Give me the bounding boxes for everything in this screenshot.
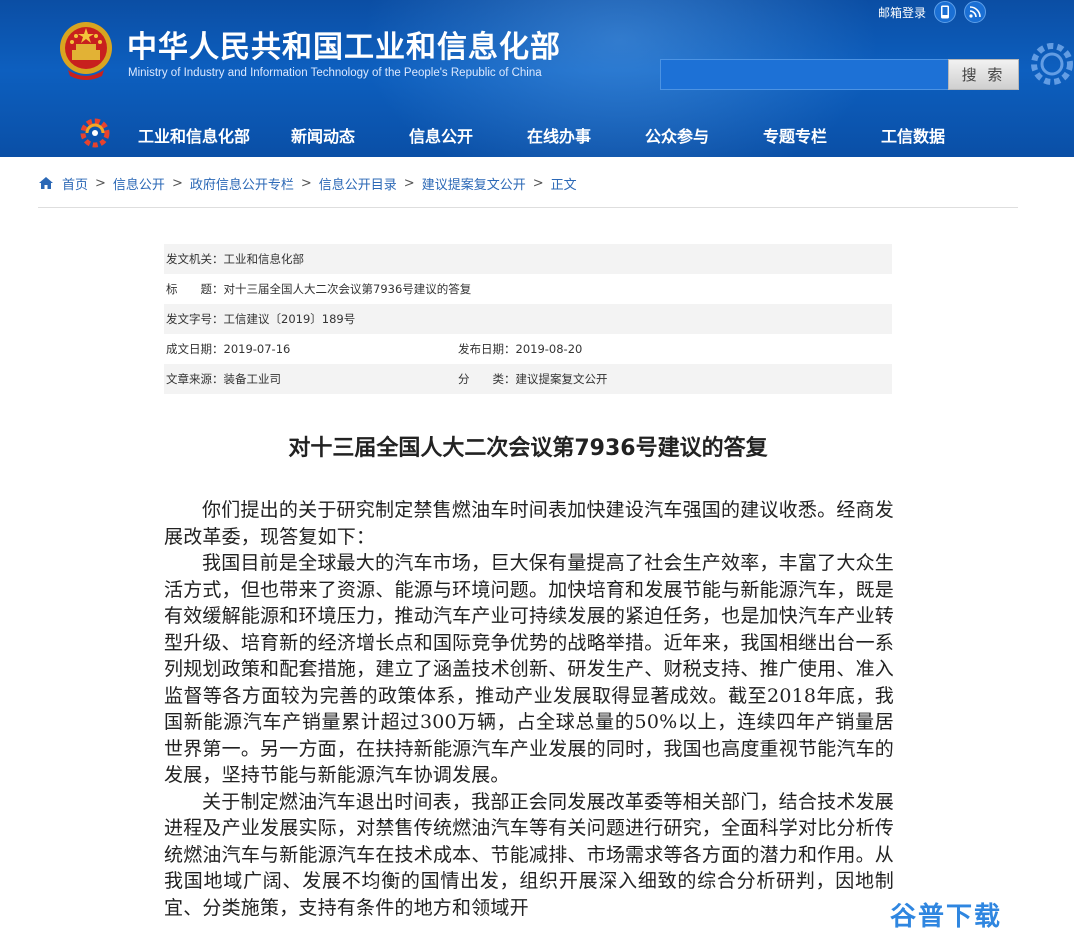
meta-title: 标 题：对十三届全国人大二次会议第7936号建议的答复 [166, 282, 472, 296]
meta-category: 分 类：建议提案复文公开 [458, 372, 608, 386]
breadcrumb-divider [38, 207, 1018, 208]
mail-login-link[interactable]: 邮箱登录 [878, 4, 926, 21]
breadcrumb-info-disclosure[interactable]: 信息公开 [113, 174, 165, 193]
article-body: 你们提出的关于研究制定禁售燃油车时间表加快建设汽车强国的建议收悉。经商发展改革委… [164, 497, 894, 921]
meta-issuer: 发文机关：工业和信息化部 [166, 252, 304, 266]
nav-item-special-topics[interactable]: 专题专栏 [736, 117, 854, 157]
nav-item-ministry[interactable]: 工业和信息化部 [118, 117, 264, 157]
breadcrumb-separator: > [300, 175, 312, 191]
breadcrumb-home[interactable]: 首页 [62, 174, 88, 193]
national-emblem-icon[interactable] [58, 20, 114, 82]
meta-row-issuer: 发文机关：工业和信息化部 [164, 244, 892, 274]
meta-row-doc-number: 发文字号：工信建议〔2019〕189号 [164, 304, 892, 334]
site-header: 中华人民共和国工业和信息化部 Ministry of Industry and … [0, 0, 1074, 157]
article-title: 对十三届全国人大二次会议第7936号建议的答复 [288, 436, 768, 461]
nav-item-info-disclosure[interactable]: 信息公开 [382, 117, 500, 157]
article-paragraph: 你们提出的关于研究制定禁售燃油车时间表加快建设汽车强国的建议收悉。经商发展改革委… [164, 499, 894, 548]
breadcrumb-separator: > [95, 175, 106, 191]
breadcrumb-separator: > [403, 175, 415, 191]
document-meta-table: 发文机关：工业和信息化部 标 题：对十三届全国人大二次会议第7936号建议的答复… [164, 244, 892, 394]
nav-item-news[interactable]: 新闻动态 [264, 117, 382, 157]
article-paragraph: 关于制定燃油汽车退出时间表，我部正会同发展改革委等相关部门，结合技术发展进程及产… [164, 790, 894, 919]
search-input[interactable] [660, 59, 949, 90]
mobile-icon[interactable] [934, 1, 957, 23]
nav-item-public-participation[interactable]: 公众参与 [618, 117, 736, 157]
nav-item-online-services[interactable]: 在线办事 [500, 117, 618, 157]
main-nav: 工业和信息化部 新闻动态 信息公开 在线办事 公众参与 专题专栏 工信数据 [118, 117, 972, 157]
article-paragraph: 我国目前是全球最大的汽车市场，巨大保有量提高了社会生产效率，丰富了大众生活方式，… [164, 552, 894, 786]
watermark-logo: 谷普下载 [890, 902, 1003, 932]
breadcrumb-separator: > [532, 175, 544, 191]
breadcrumb-separator: > [171, 175, 183, 191]
top-links: 邮箱登录 [878, 1, 987, 23]
breadcrumb: 首页 > 信息公开 > 政府信息公开专栏 > 信息公开目录 > 建议提案复文公开… [38, 174, 577, 193]
breadcrumb-gov-info-column[interactable]: 政府信息公开专栏 [190, 174, 294, 193]
nav-item-data[interactable]: 工信数据 [854, 117, 972, 157]
home-icon[interactable] [38, 176, 54, 190]
meta-source: 文章来源：装备工业司 [166, 372, 281, 386]
meta-doc-number: 发文字号：工信建议〔2019〕189号 [166, 312, 356, 326]
breadcrumb-info-catalog[interactable]: 信息公开目录 [319, 174, 397, 193]
meta-date-created: 成文日期：2019-07-16 [166, 342, 291, 356]
site-subtitle: Ministry of Industry and Information Tec… [128, 67, 542, 79]
meta-row-dates: 成文日期：2019-07-16 发布日期：2019-08-20 [164, 334, 892, 364]
gear-decoration-icon [1031, 43, 1073, 85]
meta-row-title: 标 题：对十三届全国人大二次会议第7936号建议的答复 [164, 274, 892, 304]
meta-date-published: 发布日期：2019-08-20 [458, 342, 583, 356]
breadcrumb-current: 正文 [550, 177, 577, 193]
ministry-logo-icon [80, 118, 110, 148]
search-button[interactable]: 搜 索 [948, 59, 1019, 90]
breadcrumb-proposal-replies[interactable]: 建议提案复文公开 [422, 174, 526, 193]
rss-icon[interactable] [964, 1, 987, 23]
meta-row-source: 文章来源：装备工业司 分 类：建议提案复文公开 [164, 364, 892, 394]
site-title[interactable]: 中华人民共和国工业和信息化部 [127, 22, 561, 66]
